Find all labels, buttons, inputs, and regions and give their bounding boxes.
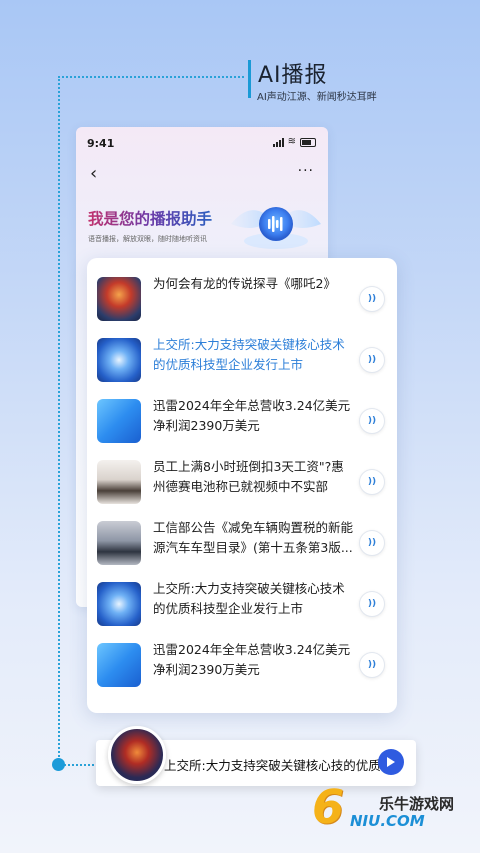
news-thumbnail <box>97 582 141 626</box>
watermark-logo-numeral: 6 <box>312 780 345 834</box>
news-thumbnail <box>97 460 141 504</box>
player-cover-image <box>108 726 166 784</box>
news-title: 迅雷2024年全年总营收3.24亿美元净利润2390万美元 <box>153 398 351 433</box>
player-title[interactable]: 上交所:大力支持突破关键核心技的优质 <box>164 755 381 774</box>
news-thumbnail <box>97 643 141 687</box>
back-button[interactable]: ‹ <box>90 163 97 184</box>
play-icon <box>387 757 395 767</box>
news-item[interactable]: 迅雷2024年全年总营收3.24亿美元净利润2390万美元)) <box>87 637 397 689</box>
speaker-play-button[interactable]: )) <box>359 286 385 312</box>
connector-line-vertical <box>58 76 60 764</box>
news-thumbnail <box>97 399 141 443</box>
news-title: 员工上满8小时班倒扣3天工资"?惠州德赛电池称已就视频中不实部 <box>153 459 344 494</box>
news-thumbnail <box>97 521 141 565</box>
speaker-play-button[interactable]: )) <box>359 469 385 495</box>
assistant-title: 我是您的播报助手 <box>88 207 212 229</box>
battery-icon <box>300 137 316 147</box>
speaker-play-button[interactable]: )) <box>359 347 385 373</box>
header-accent-bar <box>248 60 251 98</box>
watermark-brand-en: NIU.COM <box>350 812 425 830</box>
status-icons: ≋ <box>272 136 316 147</box>
news-item[interactable]: 迅雷2024年全年总营收3.24亿美元净利润2390万美元)) <box>87 393 397 445</box>
news-item[interactable]: 上交所:大力支持突破关键核心技术的优质科技型企业发行上市)) <box>87 576 397 628</box>
news-title: 上交所:大力支持突破关键核心技术的优质科技型企业发行上市 <box>153 581 345 616</box>
news-title: 上交所:大力支持突破关键核心技术的优质科技型企业发行上市 <box>153 337 345 372</box>
status-time: 9:41 <box>87 137 115 150</box>
connector-end-dot <box>52 758 65 771</box>
news-title: 为何会有龙的传说探寻《哪吒2》 <box>153 276 336 291</box>
news-item[interactable]: 上交所:大力支持突破关键核心技术的优质科技型企业发行上市)) <box>87 332 397 384</box>
news-item[interactable]: 为何会有龙的传说探寻《哪吒2》)) <box>87 271 397 323</box>
speaker-play-button[interactable]: )) <box>359 652 385 678</box>
news-thumbnail <box>97 277 141 321</box>
play-button[interactable] <box>378 749 404 775</box>
news-thumbnail <box>97 338 141 382</box>
connector-line-top <box>58 76 244 78</box>
speaker-play-button[interactable]: )) <box>359 591 385 617</box>
more-button[interactable]: ··· <box>298 163 314 179</box>
page-subtitle: AI声动江源、新闻秒达耳畔 <box>257 92 377 103</box>
page-title: AI播报 <box>258 63 328 88</box>
voice-assistant-icon <box>231 207 321 249</box>
speaker-play-button[interactable]: )) <box>359 408 385 434</box>
news-list: 为何会有龙的传说探寻《哪吒2》)) 上交所:大力支持突破关键核心技术的优质科技型企… <box>87 258 397 713</box>
news-title: 迅雷2024年全年总营收3.24亿美元净利润2390万美元 <box>153 642 351 677</box>
news-item[interactable]: 工信部公告《减免车辆购置税的新能源汽车车型目录》(第十五条第3版...)) <box>87 515 397 567</box>
assistant-subtitle: 语音播报，解放双眼，随时随地听资讯 <box>88 235 207 243</box>
news-title: 工信部公告《减免车辆购置税的新能源汽车车型目录》(第十五条第3版... <box>153 520 354 555</box>
speaker-play-button[interactable]: )) <box>359 530 385 556</box>
signal-icon <box>272 137 284 147</box>
wifi-icon: ≋ <box>287 136 296 147</box>
watermark-brand-cn: 乐牛游戏网 <box>379 795 455 813</box>
news-item[interactable]: 员工上满8小时班倒扣3天工资"?惠州德赛电池称已就视频中不实部)) <box>87 454 397 506</box>
